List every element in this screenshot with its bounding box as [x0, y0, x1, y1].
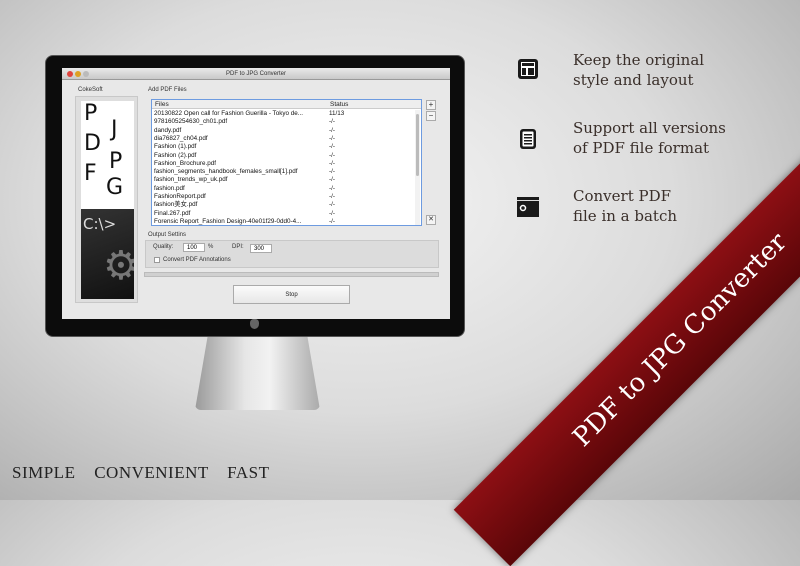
annotations-label: Convert PDF Annotations [163, 257, 231, 263]
title-bar: PDF to JPG Converter [62, 68, 450, 80]
apple-logo [250, 319, 259, 329]
file-row-status: -/- [329, 193, 335, 200]
file-row-status: -/- [329, 176, 335, 184]
file-row-name[interactable]: Forensic Report_Fashion Design-40e01f29-… [154, 218, 301, 225]
file-row-status: -/- [329, 118, 335, 126]
file-row-status: -/- [329, 184, 335, 192]
percent-label: % [208, 244, 214, 250]
file-row-name[interactable]: 20130822 Open call for Fashion Guerilla … [154, 110, 303, 118]
file-row-name[interactable]: Final.267.pdf [154, 210, 190, 218]
file-row-status: 11/13 [329, 110, 345, 117]
document-icon [520, 129, 536, 149]
app-artwork: P J D P F G C:\> ⚙ [81, 101, 134, 299]
file-row-name[interactable]: Fashion (2).pdf [154, 152, 196, 160]
feature-2-line-1: Support all versions [573, 119, 726, 137]
column-header-files[interactable]: Files [152, 100, 327, 109]
remove-file-button[interactable]: − [426, 111, 436, 121]
file-row-name[interactable]: dandy.pdf [154, 127, 181, 135]
add-files-label: Add PDF Files [148, 87, 187, 93]
tagline: SIMPLE CONVENIENT FAST [12, 463, 270, 482]
file-row-name[interactable]: fashion_segments_handbook_females_small[… [154, 168, 298, 176]
brand-label: CokeSoft [78, 87, 103, 93]
file-row-status: -/- [329, 209, 335, 217]
close-button[interactable] [67, 71, 73, 77]
dpi-label: DPI: [232, 244, 244, 250]
app-window: PDF to JPG Converter P J D P F G C:\> ⚙ … [62, 68, 450, 319]
feature-2-line-2: of PDF file format [573, 139, 710, 157]
column-header-status[interactable]: Status [327, 100, 421, 109]
art-letter: F [84, 161, 97, 186]
quality-input[interactable]: 100 [183, 243, 205, 252]
file-row-status: -/- [329, 143, 335, 151]
art-letter: P [84, 101, 98, 126]
scrollbar[interactable] [415, 110, 420, 225]
quality-label: Quality: [153, 244, 174, 250]
feature-1-line-2: style and layout [573, 71, 694, 89]
file-row-name[interactable]: 9781605254630_ch01.pdf [154, 118, 227, 126]
layout-icon [518, 59, 538, 79]
annotations-checkbox[interactable] [154, 257, 160, 263]
window-title: PDF to JPG Converter [225, 71, 287, 77]
zoom-button[interactable] [83, 71, 89, 77]
art-letter: D [84, 131, 101, 156]
dpi-input[interactable]: 300 [250, 244, 272, 253]
progress-bar [144, 272, 439, 277]
minimize-button[interactable] [75, 71, 81, 77]
feature-1-line-1: Keep the original [573, 51, 705, 69]
art-letter: P [109, 149, 123, 174]
gear-icon: ⚙ [103, 244, 134, 288]
files-table[interactable]: Files Status 20130822 Open call for Fash… [151, 99, 422, 226]
file-row-name[interactable]: Fashion (1).pdf [154, 143, 196, 151]
file-row-status: -/- [329, 201, 335, 209]
monitor-stand [195, 337, 320, 410]
feature-3-line-1: Convert PDF [573, 187, 672, 205]
file-row-name[interactable]: fashion美女.pdf [154, 201, 197, 209]
title-ribbon: PDF to JPG Converter [453, 113, 800, 566]
file-row-name[interactable]: Fashion_Brochure.pdf [154, 160, 216, 168]
logo-panel: P J D P F G C:\> ⚙ [75, 96, 138, 303]
feature-3-line-2: file in a batch [573, 207, 678, 225]
output-settings-box: Quality: 100 % DPI: 300 Convert PDF Anno… [145, 240, 439, 268]
file-row-status: -/- [329, 217, 335, 225]
file-row-status: -/- [329, 168, 335, 176]
file-row-status: -/- [329, 134, 335, 142]
file-row-name[interactable]: fashion.pdf [154, 185, 185, 193]
art-letter: J [111, 117, 118, 142]
file-row-name[interactable]: dia76827_ch04.pdf [154, 135, 208, 143]
art-letter: G [106, 175, 124, 200]
stop-button[interactable]: Stop [233, 285, 350, 304]
file-row-status: -/- [329, 126, 335, 134]
file-row-name[interactable]: fashion_trends_wp_uk.pdf [154, 176, 228, 184]
art-prompt: C:\> [83, 215, 117, 233]
output-settings-label: Output Settins [148, 232, 187, 238]
file-row-status: -/- [329, 159, 335, 167]
clear-files-button[interactable]: ✕ [426, 215, 436, 225]
add-file-button[interactable]: + [426, 100, 436, 110]
terminal-gear-art: C:\> ⚙ [81, 209, 134, 299]
batch-window-icon [517, 197, 539, 217]
file-row-status: -/- [329, 151, 335, 159]
